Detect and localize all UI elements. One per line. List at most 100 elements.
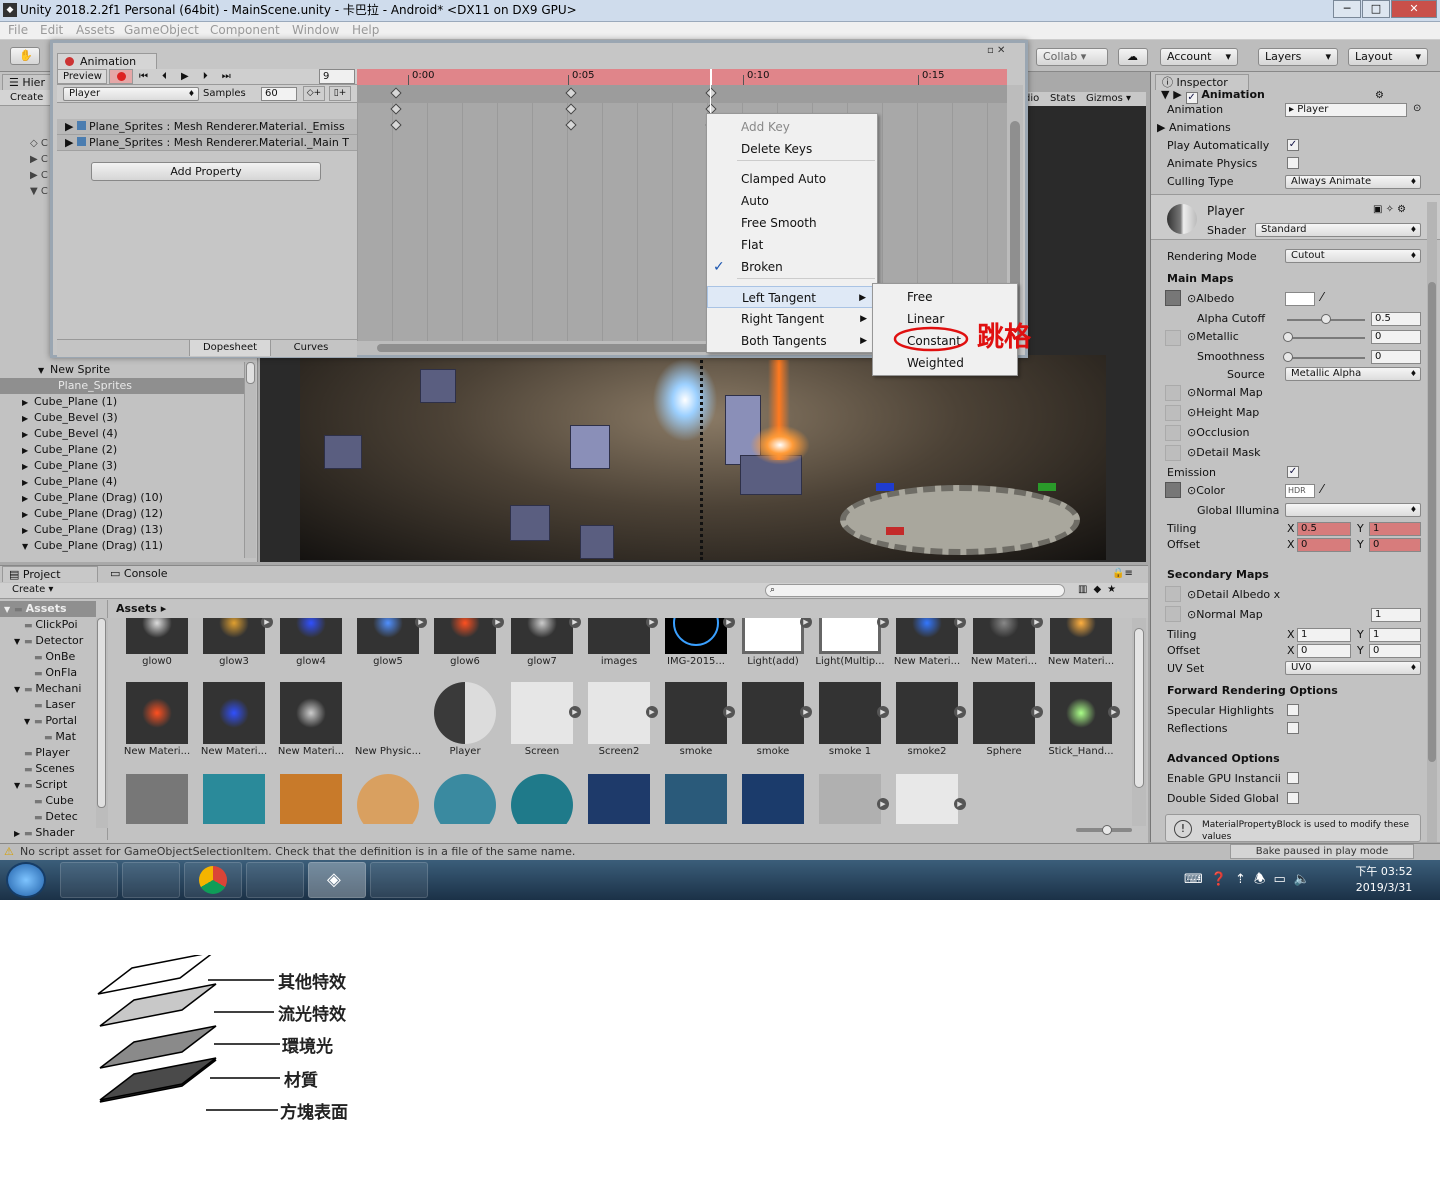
scrollbar-thumb[interactable]	[377, 344, 717, 352]
sub-asset-expand-icon[interactable]: ▶	[646, 706, 658, 718]
scrollbar-thumb[interactable]	[246, 362, 255, 384]
tiling2-x-field[interactable]: 1	[1297, 628, 1351, 642]
record-button[interactable]	[109, 69, 133, 84]
breadcrumb[interactable]: Assets ▸	[110, 600, 1148, 618]
smoothness-slider[interactable]	[1287, 357, 1365, 359]
sub-asset-expand-icon[interactable]: ▶	[492, 618, 504, 628]
metallic-slider[interactable]	[1287, 337, 1365, 339]
hierarchy-item[interactable]: ▶ Cube_Plane (Drag) (13)	[0, 522, 244, 538]
taskbar-app-explorer[interactable]	[122, 862, 180, 898]
clamped-auto-item[interactable]: Clamped Auto	[707, 168, 877, 190]
hierarchy-item[interactable]: ▶ Cube_Plane (Drag) (10)	[0, 490, 244, 506]
hierarchy-item[interactable]: ▼ New Sprite	[0, 362, 244, 378]
asset-item[interactable]: glow4	[276, 618, 346, 667]
folder-tree-item[interactable]: ▬ Cube	[0, 793, 96, 809]
status-message[interactable]: No script asset for GameObjectSelectionI…	[20, 844, 575, 860]
asset-item[interactable]	[276, 774, 346, 824]
scrollbar-thumb[interactable]	[97, 618, 106, 808]
collapse-icon[interactable]: ▼	[22, 539, 34, 555]
asset-item[interactable]: images	[584, 618, 654, 667]
global-illum-dropdown[interactable]	[1285, 503, 1421, 517]
scrollbar-thumb[interactable]	[1134, 628, 1144, 788]
both-tangents-item[interactable]: Both Tangents ▶	[707, 330, 877, 352]
folder-tree-item[interactable]: ▼ ▬ Mechani	[0, 681, 96, 697]
frame-field[interactable]: 9	[319, 69, 355, 84]
height-map-slot[interactable]	[1165, 405, 1181, 421]
offset-y-field[interactable]: 0	[1369, 538, 1421, 552]
emission-color-swatch[interactable]: HDR	[1285, 484, 1315, 498]
asset-item[interactable]	[199, 774, 269, 824]
asset-item[interactable]: glow0	[122, 618, 192, 667]
sub-asset-expand-icon[interactable]: ▶	[954, 706, 966, 718]
normal-map-slot[interactable]	[1165, 385, 1181, 401]
sub-asset-expand-icon[interactable]: ▶	[1108, 706, 1120, 718]
asset-item[interactable]: New Materi...	[122, 682, 192, 757]
free-smooth-item[interactable]: Free Smooth	[707, 212, 877, 234]
cloud-icon[interactable]: ☁	[1118, 48, 1148, 66]
asset-item[interactable]: smoke2	[892, 682, 962, 757]
property-row[interactable]: ▶ Plane_Sprites : Mesh Renderer.Material…	[57, 119, 357, 135]
collapse-icon[interactable]: ▼	[38, 363, 50, 379]
metallic-knob[interactable]	[1283, 332, 1293, 342]
asset-item[interactable]	[430, 774, 500, 824]
broken-item[interactable]: Broken ✓	[707, 256, 877, 278]
flat-item[interactable]: Flat	[707, 234, 877, 256]
close-button[interactable]: ✕	[1391, 0, 1437, 18]
offset2-x-field[interactable]: 0	[1297, 644, 1351, 658]
metallic-texture-slot[interactable]	[1165, 330, 1181, 346]
asset-item[interactable]: New Materi...	[892, 618, 962, 667]
start-button[interactable]	[6, 862, 46, 898]
layers-dropdown[interactable]: Layers ▾	[1258, 48, 1338, 66]
tiling-y-field[interactable]: 1	[1369, 522, 1421, 536]
object-picker-icon[interactable]: ⊙	[1413, 103, 1421, 114]
taskbar-app-speaker[interactable]	[370, 862, 428, 898]
hierarchy-item[interactable]: ▶ Cube_Plane (Drag) (12)	[0, 506, 244, 522]
samples-field[interactable]: 60	[261, 87, 297, 101]
timeline-ruler[interactable]: 0:00 0:05 0:10 0:15	[357, 69, 1007, 85]
dopesheet-tab[interactable]: Dopesheet	[189, 340, 271, 356]
emission-texture-slot[interactable]	[1165, 482, 1181, 498]
folder-tree-item[interactable]: ▼ ▬ Assets	[0, 601, 96, 617]
asset-item[interactable]: smoke	[661, 682, 731, 757]
shader-dropdown[interactable]: Standard	[1255, 223, 1421, 237]
hierarchy-item[interactable]: ▶ Cube_Bevel (3)	[0, 410, 244, 426]
expand-icon[interactable]: ▶	[22, 507, 34, 523]
sub-asset-expand-icon[interactable]: ▶	[569, 706, 581, 718]
system-tray-icons[interactable]: ⌨❓⇡🕭▭🔈	[1184, 870, 1318, 892]
assets-scrollbar[interactable]	[1132, 618, 1146, 826]
hand-tool-icon[interactable]: ✋	[10, 47, 40, 65]
asset-item[interactable]: glow3	[199, 618, 269, 667]
next-frame-icon[interactable]: ⏵	[203, 71, 222, 82]
sub-asset-expand-icon[interactable]: ▶	[954, 618, 966, 628]
layout-dropdown[interactable]: Layout ▾	[1348, 48, 1428, 66]
detail-normal-slot[interactable]	[1165, 606, 1181, 622]
detail-normal-scale-field[interactable]: 1	[1371, 608, 1421, 622]
animations-label[interactable]: ▶ Animations	[1157, 121, 1231, 135]
menu-edit[interactable]: Edit	[40, 22, 63, 39]
asset-item[interactable]: glow7	[507, 618, 577, 667]
folder-tree-item[interactable]: ▬ Player	[0, 745, 96, 761]
folder-tree-item[interactable]: ▬ Laser	[0, 697, 96, 713]
folder-tree-item[interactable]: ▬ Mat	[0, 729, 96, 745]
rendering-mode-dropdown[interactable]: Cutout	[1285, 249, 1421, 263]
component-settings-icon[interactable]: ⚙	[1375, 90, 1384, 101]
sub-asset-expand-icon[interactable]: ▶	[800, 706, 812, 718]
folder-tree-item[interactable]: ▬ Scenes	[0, 761, 96, 777]
folder-tree-item[interactable]: ▼ ▬ Detector	[0, 633, 96, 649]
gizmos-button[interactable]: Gizmos ▾	[1086, 92, 1131, 106]
smoothness-field[interactable]: 0	[1371, 350, 1421, 364]
sub-asset-expand-icon[interactable]: ▶	[261, 618, 273, 628]
folder-tree-item[interactable]: ▼ ▬ Script	[0, 777, 96, 793]
specular-checkbox[interactable]	[1287, 704, 1299, 716]
auto-item[interactable]: Auto	[707, 190, 877, 212]
collapse-icon[interactable]: ▼	[14, 682, 24, 698]
eyedropper-icon[interactable]: ⁄	[1321, 290, 1323, 304]
expand-icon[interactable]: ▶	[65, 136, 77, 149]
emission-checkbox[interactable]: ✓	[1287, 466, 1299, 478]
gpu-instancing-checkbox[interactable]	[1287, 772, 1299, 784]
sub-asset-expand-icon[interactable]: ▶	[800, 618, 812, 628]
collapse-icon[interactable]: ▼	[14, 778, 24, 794]
taskbar-app-pencils[interactable]	[60, 862, 118, 898]
sub-asset-expand-icon[interactable]: ▶	[877, 706, 889, 718]
stats-button[interactable]: Stats	[1050, 92, 1076, 106]
